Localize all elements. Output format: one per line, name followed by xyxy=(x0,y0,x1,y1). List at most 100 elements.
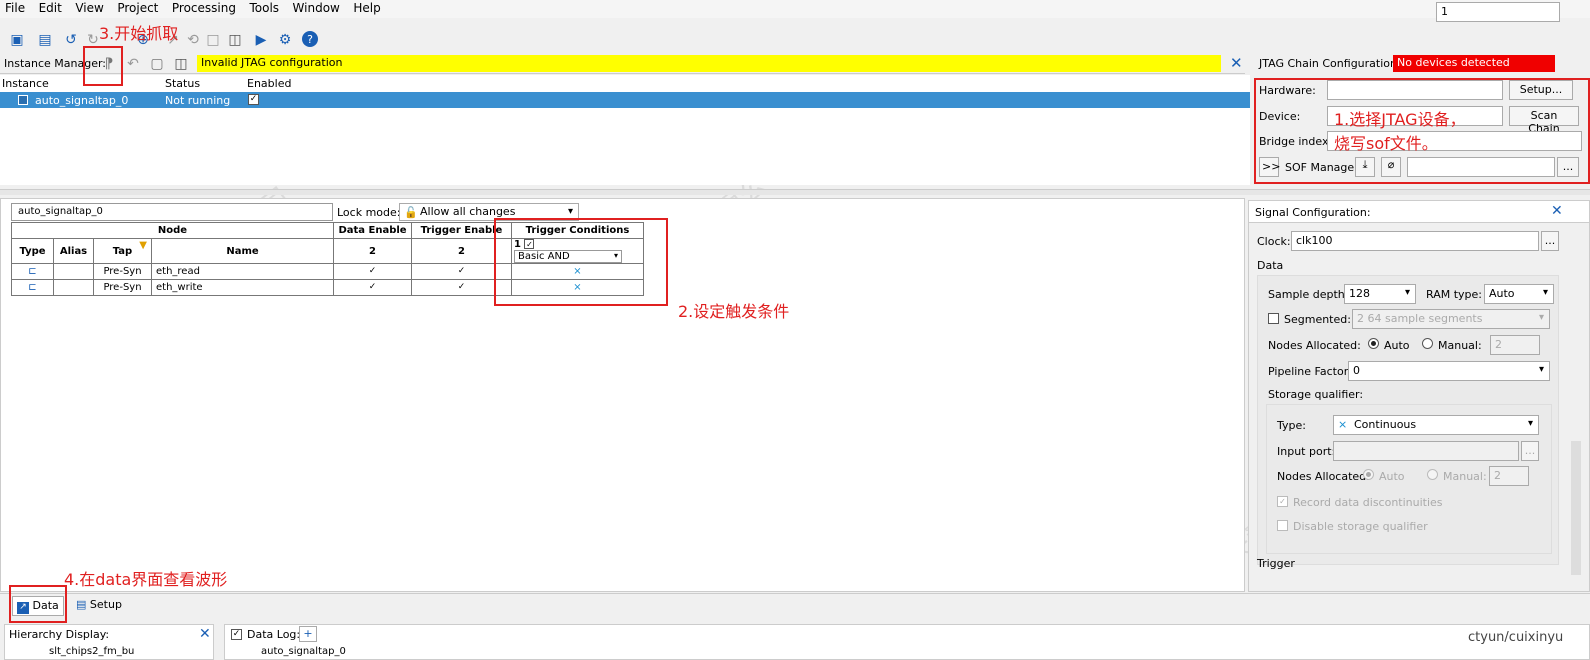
table-row[interactable]: ⊏ Pre-Syn eth_read ✓ ✓ ⨯ xyxy=(11,263,644,280)
annotation-2: 2.设定触发条件 xyxy=(678,302,790,321)
disable-storage-qualifier-checkbox[interactable] xyxy=(1277,520,1288,531)
data-log-item[interactable]: auto_signaltap_0 xyxy=(261,646,346,657)
pipeline-factor-select[interactable]: 0 xyxy=(1348,361,1550,381)
setup-tab-icon: ▤ xyxy=(76,598,87,611)
clock-browse-button[interactable]: ... xyxy=(1541,231,1559,251)
table-row[interactable]: auto_signaltap_0 Not running ✓ xyxy=(0,92,1250,108)
toolbar: ▣ ▤ ↺ ↻ ⊕ ↗ ⟲ □ ◫ ▶ ⚙ ? xyxy=(0,28,1590,52)
save-icon[interactable]: ▤ xyxy=(36,31,54,49)
hardware-label: Hardware: xyxy=(1259,84,1316,97)
footer-credit: ctyun/cuixinyu xyxy=(1468,630,1564,645)
menu-file[interactable]: File xyxy=(0,0,30,16)
hierarchy-item[interactable]: slt_chips2_fm_bu xyxy=(49,646,134,657)
record-discontinuities-label: Record data discontinuities xyxy=(1293,496,1443,509)
read-data-icon[interactable]: ◫ xyxy=(226,31,244,49)
top-right-input[interactable]: 1 xyxy=(1436,2,1560,22)
type-value: Continuous xyxy=(1354,418,1417,431)
menu-processing[interactable]: Processing xyxy=(167,0,241,16)
menu-edit[interactable]: Edit xyxy=(34,0,67,16)
node-alias xyxy=(53,279,94,296)
manual-radio-2-label: Manual: xyxy=(1443,470,1487,483)
undo-icon[interactable]: ↺ xyxy=(62,31,80,49)
auto-radio-2[interactable] xyxy=(1363,469,1374,480)
jtag-label: JTAG Chain Configuration: xyxy=(1259,57,1401,70)
input-port-label: Input port: xyxy=(1277,445,1336,458)
tab-setup[interactable]: ▤ Setup xyxy=(72,596,130,616)
add-log-icon[interactable]: + xyxy=(299,626,317,642)
close-icon[interactable]: ✕ xyxy=(1230,54,1243,72)
sof-file-field[interactable] xyxy=(1407,157,1555,177)
program-icon[interactable]: ▣ xyxy=(8,31,26,49)
expand-button[interactable]: >> xyxy=(1259,157,1280,177)
ram-type-select[interactable]: Auto xyxy=(1484,284,1554,304)
compile-icon[interactable]: ⚙ xyxy=(276,31,294,49)
menu-window[interactable]: Window xyxy=(288,0,345,16)
jtag-status: No devices detected xyxy=(1393,55,1555,72)
table-row[interactable]: ⊏ Pre-Syn eth_write ✓ ✓ ⨯ xyxy=(11,279,644,296)
col-instance: Instance xyxy=(2,77,49,90)
trigger-enable-checkbox[interactable]: ✓ xyxy=(456,267,467,278)
manual-value-field[interactable]: 2 xyxy=(1490,335,1540,355)
segmented-checkbox[interactable] xyxy=(1268,313,1279,324)
continuous-icon: ⨯ xyxy=(1338,418,1348,431)
tab-data[interactable]: ↗ Data xyxy=(12,596,64,616)
data-log-pane: ✓ Data Log: + auto_signaltap_0 xyxy=(224,624,1590,660)
close-icon[interactable]: ✕ xyxy=(199,626,211,642)
menu-tools[interactable]: Tools xyxy=(244,0,284,16)
scrollbar[interactable] xyxy=(1571,441,1581,575)
input-port-browse-button[interactable]: ... xyxy=(1521,441,1539,461)
data-enable-checkbox[interactable]: ✓ xyxy=(367,283,378,294)
type-select[interactable]: ⨯ Continuous xyxy=(1333,415,1539,435)
filter-icon[interactable]: ▼ xyxy=(139,240,147,251)
dont-care-icon[interactable]: ⨯ xyxy=(511,279,644,296)
header-trigger-conditions: Trigger Conditions xyxy=(511,222,644,239)
chevron-down-icon: ▾ xyxy=(613,251,618,260)
attach-file-icon[interactable]: ⌀ xyxy=(1381,157,1401,177)
clock-field[interactable]: clk100 xyxy=(1291,231,1539,251)
menu-project[interactable]: Project xyxy=(112,0,163,16)
trigger-enable-checkbox[interactable]: ✓ xyxy=(456,283,467,294)
input-port-field[interactable] xyxy=(1333,441,1519,461)
record-discontinuities-checkbox[interactable]: ✓ xyxy=(1277,496,1288,507)
manual-radio[interactable] xyxy=(1422,338,1433,349)
stop-icon[interactable]: □ xyxy=(204,31,222,49)
program-device-icon[interactable]: ⤓ xyxy=(1355,157,1375,177)
trigger-condition-header-cell[interactable]: 1 ✓ Basic AND ▾ xyxy=(511,238,644,264)
node-alias xyxy=(53,263,94,280)
sample-depth-select[interactable]: 128 xyxy=(1344,284,1416,304)
type-label: Type: xyxy=(1277,419,1306,432)
col-tap[interactable]: Tap ▼ xyxy=(93,238,152,264)
data-enable-checkbox[interactable]: ✓ xyxy=(367,267,378,278)
enabled-checkbox[interactable]: ✓ xyxy=(248,94,259,105)
autorun-icon[interactable]: ⟲ xyxy=(184,31,202,49)
sof-browse-button[interactable]: ... xyxy=(1557,157,1579,177)
instance-manager-bar: Instance Manager: ⁋ ↶ ▢ ◫ Invalid JTAG c… xyxy=(0,54,1245,74)
scan-chain-button[interactable]: Scan Chain xyxy=(1509,106,1579,135)
stop-analysis-icon[interactable]: ▢ xyxy=(148,55,166,73)
setup-button[interactable]: Setup... xyxy=(1509,80,1573,100)
run-once-icon[interactable]: ⁋ xyxy=(100,55,118,73)
trigger-mode-select[interactable]: Basic AND ▾ xyxy=(514,250,622,263)
trigger-check[interactable]: ✓ xyxy=(524,239,535,249)
hardware-field[interactable] xyxy=(1327,80,1503,100)
data-enable-count: 2 xyxy=(333,238,412,264)
help-icon[interactable]: ? xyxy=(302,31,318,47)
manual-radio-2[interactable] xyxy=(1427,469,1438,480)
close-icon[interactable]: ✕ xyxy=(1551,203,1563,219)
read-data-button-icon[interactable]: ◫ xyxy=(172,55,190,73)
auto-radio[interactable] xyxy=(1368,338,1379,349)
ram-type-label: RAM type: xyxy=(1426,288,1482,301)
segmented-select[interactable]: 2 64 sample segments xyxy=(1352,309,1550,329)
menu-help[interactable]: Help xyxy=(348,0,385,16)
splitter[interactable] xyxy=(0,189,1590,195)
play-icon[interactable]: ▶ xyxy=(252,31,270,49)
node-name: eth_write xyxy=(151,279,334,296)
manual-value-2-field[interactable]: 2 xyxy=(1489,466,1529,486)
lock-mode-select[interactable]: 🔓 Allow all changes xyxy=(399,203,579,221)
data-log-checkbox[interactable]: ✓ xyxy=(231,629,242,640)
nodes-allocated-2-label: Nodes Allocated: xyxy=(1277,470,1370,483)
menu-view[interactable]: View xyxy=(70,0,108,16)
autorun-analysis-icon[interactable]: ↶ xyxy=(124,55,142,73)
dont-care-icon[interactable]: ⨯ xyxy=(511,263,644,280)
node-table: Node Data Enable Trigger Enable Trigger … xyxy=(11,222,644,296)
